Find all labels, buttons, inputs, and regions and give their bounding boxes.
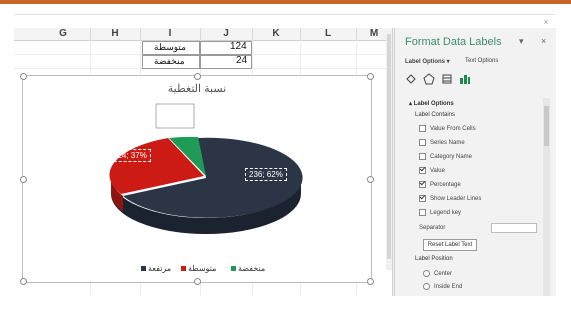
- data-label-placeholder: [155, 103, 195, 129]
- radio-button[interactable]: [423, 283, 430, 290]
- legend-item-high[interactable]: مرتفعة: [141, 263, 171, 275]
- checkbox-checked[interactable]: [419, 181, 426, 188]
- legend-label: متوسطة: [188, 264, 217, 273]
- legend-label: منخفضة: [238, 264, 266, 273]
- window-close-icon[interactable]: ×: [541, 17, 551, 27]
- top-accent-bar: [0, 0, 571, 4]
- position-inside-end[interactable]: Inside End: [423, 283, 462, 291]
- checkbox-checked[interactable]: [419, 167, 426, 174]
- column-headers: G H I J K L M: [14, 28, 392, 41]
- pane-vertical-scrollbar[interactable]: [543, 98, 550, 296]
- legend-swatch: [231, 266, 236, 272]
- section-title: Label Options: [413, 101, 454, 107]
- option-label: Percentage: [430, 182, 461, 189]
- checkbox[interactable]: [419, 153, 426, 160]
- scrollbar-thumb[interactable]: [544, 106, 549, 146]
- cell-label: متوسطة: [154, 42, 186, 52]
- cell-value: 124: [230, 41, 247, 52]
- scrollbar-thumb[interactable]: [387, 34, 391, 259]
- pie-chart-object[interactable]: نسبة التغطية 124; 37% 236; 62% منخفضة مت…: [20, 73, 374, 285]
- column-header-j[interactable]: J: [200, 28, 253, 40]
- option-show-leader-lines[interactable]: Show Leader Lines: [419, 195, 481, 203]
- option-label: Series Name: [430, 140, 465, 147]
- chart-legend[interactable]: منخفضة متوسطة مرتفعة: [23, 263, 371, 275]
- bar-chart-icon[interactable]: [459, 73, 471, 85]
- cell-value: 24: [236, 55, 248, 66]
- column-header-h[interactable]: H: [90, 28, 141, 40]
- option-label: Inside End: [434, 284, 463, 291]
- option-percentage[interactable]: Percentage: [419, 181, 461, 189]
- option-value-from-cells[interactable]: Value From Cells: [419, 125, 476, 133]
- pentagon-icon[interactable]: [423, 73, 435, 85]
- label-position-heading: Label Position: [415, 256, 453, 262]
- data-label-high[interactable]: 236; 62%: [245, 168, 287, 181]
- option-value[interactable]: Value: [419, 167, 445, 175]
- option-label: Value From Cells: [430, 126, 476, 133]
- section-label-options[interactable]: ▴ Label Options: [409, 100, 454, 107]
- option-label: Legend key: [430, 210, 462, 217]
- option-label: Center: [434, 271, 453, 278]
- legend-swatch: [141, 266, 146, 272]
- checkbox[interactable]: [419, 139, 426, 146]
- close-icon[interactable]: ×: [541, 36, 546, 46]
- size-properties-icon[interactable]: [441, 73, 453, 85]
- radio-button[interactable]: [423, 270, 430, 277]
- option-category-name[interactable]: Category Name: [419, 153, 472, 161]
- column-header-k[interactable]: K: [252, 28, 301, 40]
- option-label: Value: [430, 168, 445, 175]
- legend-label: مرتفعة: [148, 264, 172, 273]
- checkbox[interactable]: [419, 209, 426, 216]
- cell-label: منخفضة: [154, 56, 185, 66]
- pie-plot: [109, 103, 303, 234]
- fill-icon[interactable]: [405, 73, 417, 85]
- option-series-name[interactable]: Series Name: [419, 139, 465, 147]
- label-contains-heading: Label Contains: [415, 112, 456, 118]
- legend-item-low[interactable]: منخفضة: [231, 263, 265, 275]
- checkbox-checked[interactable]: [419, 195, 426, 202]
- checkbox[interactable]: [419, 125, 426, 132]
- pane-title: Format Data Labels: [405, 36, 502, 48]
- format-data-labels-pane: Format Data Labels ▾ × Label Options ▾ T…: [392, 28, 556, 296]
- option-label: Category Name: [430, 154, 473, 161]
- reset-label-text-button[interactable]: Reset Label Text: [423, 239, 477, 251]
- column-header-g[interactable]: G: [36, 28, 91, 40]
- tab-label: Label Options: [405, 59, 446, 65]
- pane-divider: [394, 28, 395, 296]
- option-legend-key[interactable]: Legend key: [419, 209, 461, 217]
- tab-text-options[interactable]: Text Options: [465, 58, 498, 64]
- separator-label: Separator: [419, 225, 446, 231]
- option-label: Show Leader Lines: [430, 196, 482, 203]
- legend-item-medium[interactable]: متوسطة: [181, 263, 216, 275]
- column-header-l[interactable]: L: [300, 28, 357, 40]
- tab-label-options[interactable]: Label Options ▾: [405, 58, 450, 65]
- legend-swatch: [181, 266, 186, 272]
- separator-dropdown[interactable]: [491, 223, 537, 233]
- data-label-medium[interactable]: 124; 37%: [109, 149, 151, 162]
- chevron-down-icon[interactable]: ▾: [519, 36, 524, 47]
- position-center[interactable]: Center: [423, 270, 452, 278]
- column-header-i[interactable]: I: [140, 28, 201, 40]
